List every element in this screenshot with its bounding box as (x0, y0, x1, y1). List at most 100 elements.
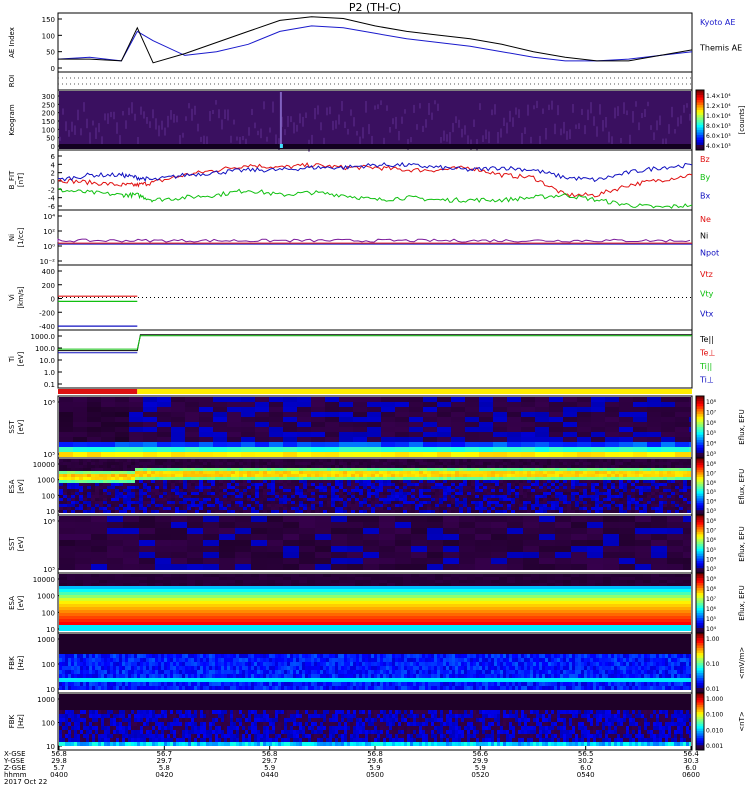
spectrogram-cell (143, 422, 157, 427)
spectrogram-cell (127, 489, 131, 492)
spectrogram-cell (679, 468, 683, 471)
spectrogram-cell (251, 516, 267, 522)
spectrogram-cell (507, 504, 511, 507)
spectrogram-cell (527, 459, 531, 462)
spectrogram-cell (251, 625, 259, 628)
spectrogram-cell (147, 486, 151, 489)
spectrogram-cell (79, 501, 83, 504)
spectrogram-cell (295, 480, 299, 483)
spectrogram-cell (599, 465, 603, 468)
spectrogram-cell (521, 422, 535, 427)
spectrogram-cell (347, 498, 351, 501)
spectrogram-cell (567, 504, 571, 507)
spectrogram-cell (75, 613, 83, 616)
spectrogram-cell (611, 510, 615, 513)
spectrogram-cell (409, 412, 423, 417)
spectrogram-cell (319, 495, 323, 498)
spectrogram-cell (355, 510, 359, 513)
spectrogram-cell (127, 507, 131, 510)
spectrogram-cell (187, 468, 191, 471)
spectrogram-cell (83, 619, 91, 622)
spectrogram-cell (391, 486, 395, 489)
spectrogram-cell (467, 504, 471, 507)
spectrogram-cell (139, 471, 143, 474)
spectrogram-cell (351, 498, 355, 501)
spectrogram-cell (207, 480, 211, 483)
spectrogram-cell (75, 477, 79, 480)
spectrogram-cell (227, 452, 241, 457)
spectrogram-cell (115, 486, 119, 489)
spectrogram-cell (403, 486, 407, 489)
spectrogram-cell (311, 480, 315, 483)
spectrogram-cell (323, 607, 331, 610)
spectrogram-cell (101, 437, 115, 442)
spectrogram-cell (467, 462, 471, 465)
spectrogram-cell (115, 462, 119, 465)
spectrogram-cell (363, 522, 379, 528)
spectrogram-cell (379, 501, 383, 504)
spectrogram-cell (191, 474, 195, 477)
spectrogram-cell (107, 622, 115, 625)
spectrogram-cell (367, 407, 381, 412)
spectrogram-cell (515, 492, 519, 495)
spectrogram-cell (559, 477, 563, 480)
spectrogram-cell (207, 474, 211, 477)
spectrogram-cell (147, 619, 155, 622)
spectrogram-cell (223, 504, 227, 507)
spectrogram-cell (587, 552, 603, 558)
spectrogram-cell (227, 465, 231, 468)
spectrogram-cell (411, 564, 427, 570)
spectrogram-cell (279, 462, 283, 465)
spectrogram-cell (283, 558, 299, 564)
spectrogram-cell (325, 452, 339, 457)
spectrogram-cell (99, 471, 103, 474)
spectrogram-cell (443, 564, 459, 570)
spectrogram-cell (639, 474, 643, 477)
spectrogram-cell (119, 474, 123, 477)
spectrogram-cell (299, 492, 303, 495)
spectrogram-cell (101, 442, 115, 447)
spectrogram-cell (507, 516, 523, 522)
spectrogram-cell (379, 613, 387, 616)
spectrogram-cell (295, 468, 299, 471)
spectrogram-cell (155, 459, 159, 462)
spectrogram-cell (371, 510, 375, 513)
spectrogram-cell (163, 598, 171, 601)
spectrogram-cell (143, 510, 147, 513)
spectrogram-cell (675, 442, 689, 447)
spectrogram-cell (287, 462, 291, 465)
spectrogram-cell (423, 480, 427, 483)
spectrogram-cell (495, 459, 499, 462)
spectrogram-cell (355, 589, 363, 592)
spectrogram-cell (227, 486, 231, 489)
spectrogram-cell (327, 474, 331, 477)
spectrogram-cell (241, 437, 255, 442)
spectrogram-cell (567, 459, 571, 462)
spectrogram-cell (571, 522, 587, 528)
spectrogram-cell (643, 486, 647, 489)
spectrogram-cell (163, 504, 167, 507)
spectrogram-cell (455, 477, 459, 480)
keogram-streak (446, 134, 448, 142)
spectrogram-cell (71, 492, 75, 495)
spectrogram-cell (689, 422, 691, 427)
spectrogram-cell (255, 402, 269, 407)
spectrogram-cell (179, 574, 187, 577)
spectrogram-cell (535, 459, 539, 462)
spectrogram-cell (175, 480, 179, 483)
spectrogram-cell (111, 480, 115, 483)
spectrogram-cell (423, 432, 437, 437)
spectrogram-cell (91, 625, 99, 628)
spectrogram-cell (635, 540, 651, 546)
spectrogram-cell (563, 483, 567, 486)
spectrogram-cell (299, 625, 307, 628)
spectrogram-cell (115, 471, 119, 474)
spectrogram-cell (131, 613, 139, 616)
spectrogram-cell (635, 462, 639, 465)
spectrogram-cell (75, 465, 79, 468)
spectrogram-cell (687, 492, 691, 495)
spectrogram-cell (323, 628, 331, 631)
spectrogram-cell (399, 495, 403, 498)
spectrogram-cell (185, 447, 199, 452)
spectrogram-cell (167, 495, 171, 498)
